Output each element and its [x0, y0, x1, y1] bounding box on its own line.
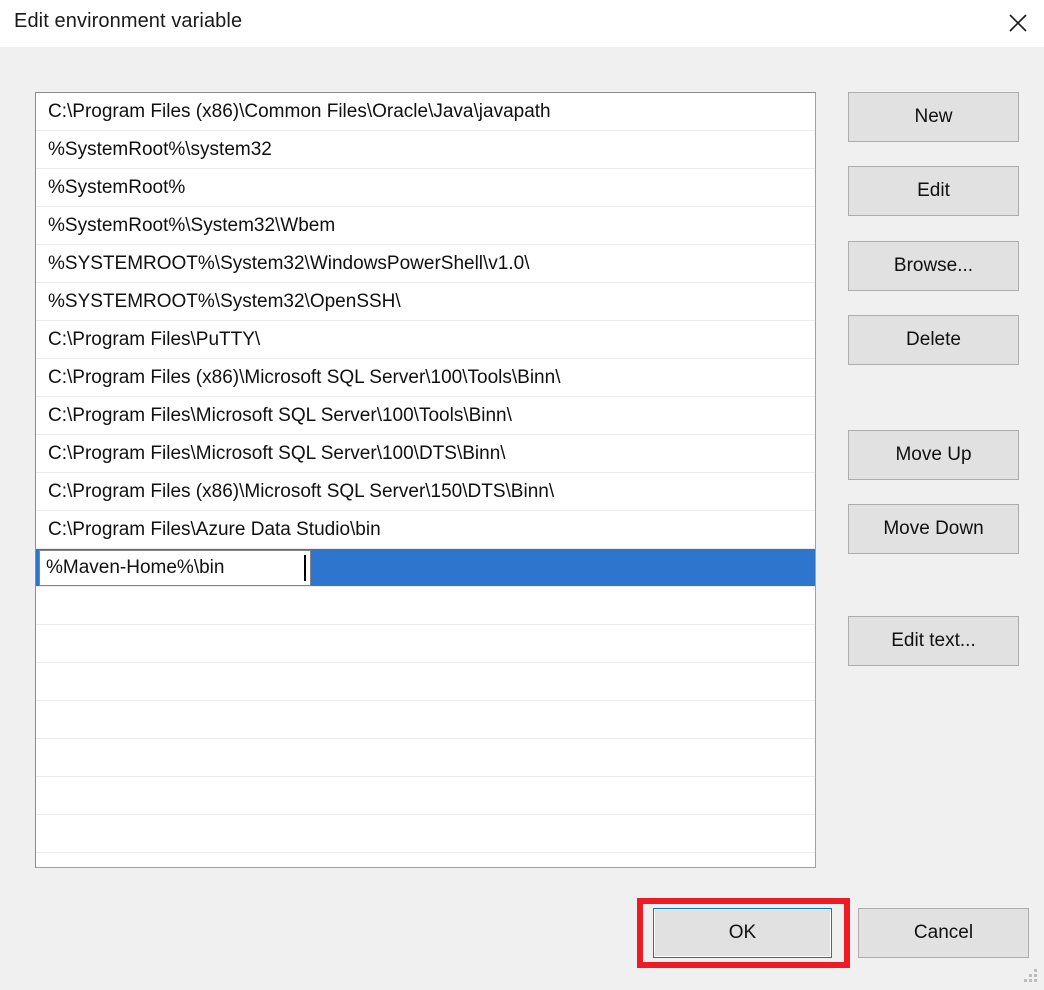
edit-text-button[interactable]: Edit text... — [848, 616, 1019, 666]
browse-button[interactable]: Browse... — [848, 241, 1019, 291]
list-item[interactable]: C:\Program Files\PuTTY\ — [36, 321, 815, 359]
edit-button[interactable]: Edit — [848, 166, 1019, 216]
list-item-empty[interactable] — [36, 701, 815, 739]
list-item-empty[interactable] — [36, 739, 815, 777]
delete-button[interactable]: Delete — [848, 315, 1019, 365]
text-caret — [304, 555, 306, 581]
new-button[interactable]: New — [848, 92, 1019, 142]
list-item[interactable]: C:\Program Files\Microsoft SQL Server\10… — [36, 397, 815, 435]
dialog-body: C:\Program Files (x86)\Common Files\Orac… — [0, 47, 1044, 990]
path-list[interactable]: C:\Program Files (x86)\Common Files\Orac… — [35, 92, 816, 868]
page-title: Edit environment variable — [14, 10, 243, 32]
list-item[interactable]: C:\Program Files (x86)\Common Files\Orac… — [36, 93, 815, 131]
dialog-title-bar: Edit environment variable — [0, 0, 1044, 47]
cancel-button[interactable]: Cancel — [858, 908, 1029, 958]
close-icon — [1007, 12, 1029, 34]
list-item[interactable]: C:\Program Files (x86)\Microsoft SQL Ser… — [36, 359, 815, 397]
close-button[interactable] — [992, 0, 1044, 46]
list-item[interactable]: %SYSTEMROOT%\System32\WindowsPowerShell\… — [36, 245, 815, 283]
list-item[interactable]: C:\Program Files (x86)\Microsoft SQL Ser… — [36, 473, 815, 511]
list-item-empty[interactable] — [36, 587, 815, 625]
move-down-button[interactable]: Move Down — [848, 504, 1019, 554]
list-item-empty[interactable] — [36, 853, 815, 867]
move-up-button[interactable]: Move Up — [848, 430, 1019, 480]
list-item-empty[interactable] — [36, 625, 815, 663]
list-item-empty[interactable] — [36, 815, 815, 853]
list-item-selected[interactable] — [36, 549, 815, 587]
ok-button[interactable]: OK — [653, 908, 832, 958]
resize-grip-icon[interactable] — [1022, 969, 1038, 985]
list-item[interactable]: %SYSTEMROOT%\System32\OpenSSH\ — [36, 283, 815, 321]
path-edit-input[interactable] — [39, 550, 311, 586]
list-item[interactable]: %SystemRoot% — [36, 169, 815, 207]
list-item-empty[interactable] — [36, 777, 815, 815]
list-item-empty[interactable] — [36, 663, 815, 701]
list-item[interactable]: C:\Program Files\Microsoft SQL Server\10… — [36, 435, 815, 473]
list-item[interactable]: %SystemRoot%\system32 — [36, 131, 815, 169]
list-item[interactable]: C:\Program Files\Azure Data Studio\bin — [36, 511, 815, 549]
list-item[interactable]: %SystemRoot%\System32\Wbem — [36, 207, 815, 245]
